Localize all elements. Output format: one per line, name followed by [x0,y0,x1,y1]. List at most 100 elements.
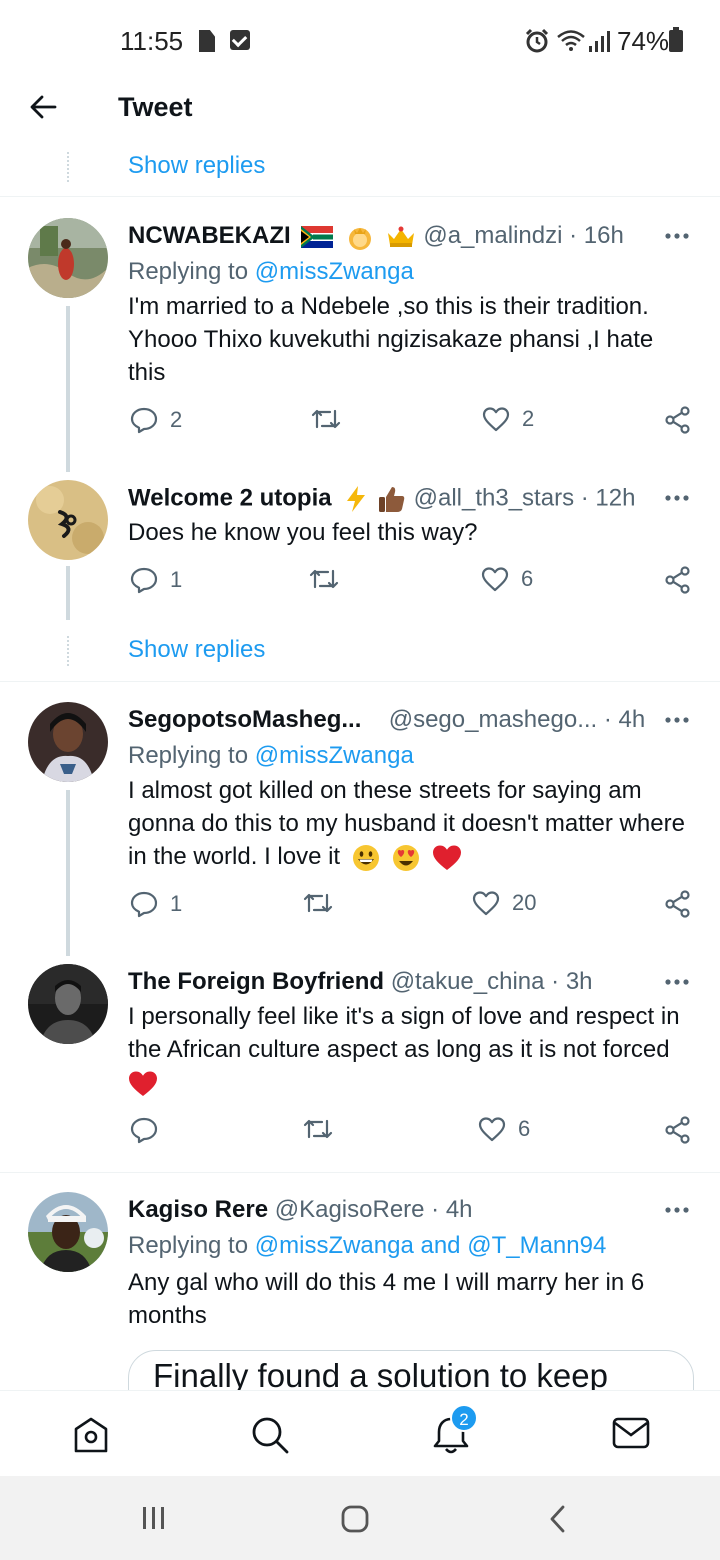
grinning-emoji-icon [352,844,379,871]
share-icon [665,890,690,918]
reply-icon [130,891,158,918]
replying-to: Replying to @missZwanga and @T_Mann94 [128,1232,606,1260]
like-button[interactable]: 2 [482,406,534,432]
home-icon[interactable] [72,1415,110,1455]
retweet-icon [311,409,341,429]
status-bar: 11:55 74% [0,0,720,80]
tweet-text: I almost got killed on these streets for… [128,774,694,873]
more-icon[interactable] [664,494,690,502]
timestamp: · 3h [551,968,593,995]
home-button-icon[interactable] [340,1504,370,1534]
recent-apps-icon[interactable] [140,1504,168,1532]
more-icon[interactable] [664,232,690,240]
reply-button[interactable]: 1 [130,566,182,594]
back-arrow-icon[interactable] [28,92,58,122]
tweet-actions: 6 [0,1116,720,1156]
system-nav-bar [0,1476,720,1560]
display-name[interactable]: SegopotsoMasheg... [128,706,361,733]
replying-to: Replying to @missZwanga [128,258,414,286]
share-button[interactable] [664,406,692,434]
share-button[interactable] [664,890,692,918]
messages-icon[interactable] [612,1415,650,1451]
show-replies-row[interactable]: Show replies [0,634,720,694]
share-button[interactable] [664,566,692,594]
tweet-actions: 1 6 [0,566,720,606]
show-replies-link[interactable]: Show replies [128,152,265,180]
share-icon [665,566,690,594]
handle: @takue_china [390,968,545,995]
avatar[interactable] [28,480,108,560]
red-heart-emoji-icon [129,1071,157,1096]
avatar[interactable] [28,1192,108,1272]
retweet-button[interactable] [308,566,352,592]
like-button[interactable]: 20 [472,890,536,916]
tweet-text-body: I personally feel like it's a sign of lo… [128,1003,680,1063]
replying-to-link[interactable]: @missZwanga [255,742,414,769]
like-count: 6 [518,1116,531,1141]
search-icon[interactable] [250,1415,290,1455]
more-icon[interactable] [664,978,690,986]
princess-emoji-icon [349,227,371,250]
replying-to-link[interactable]: @missZwanga and @T_Mann94 [255,1232,607,1259]
system-back-icon[interactable] [546,1504,570,1534]
replying-to-label: Replying to [128,258,255,285]
like-icon [481,567,509,592]
like-count: 20 [512,890,537,915]
lightning-emoji-icon [347,486,366,512]
south-africa-flag-icon [301,225,334,248]
timestamp: · 4h [431,1196,473,1223]
page-title: Tweet [118,92,193,122]
retweet-button[interactable] [302,890,346,916]
share-button[interactable] [664,1116,692,1144]
handle: @KagisoRere [274,1196,425,1223]
heart-eyes-emoji-icon [393,844,420,871]
display-name[interactable]: The Foreign Boyfriend [128,968,384,995]
tweet-header: Kagiso Rere @KagisoRere · 4h [128,1196,473,1224]
like-count: 6 [521,566,534,591]
reply-button[interactable]: 1 [130,890,182,918]
like-button[interactable]: 6 [481,566,533,592]
reply-count: 2 [170,407,183,432]
like-button[interactable]: 6 [478,1116,530,1142]
reply-icon [130,1117,158,1144]
battery-percent: 74% [617,26,670,56]
reply-icon [130,567,158,594]
reply-icon [130,407,158,434]
display-name[interactable]: Kagiso Rere [128,1196,268,1223]
red-heart-emoji-icon [433,845,462,870]
retweet-button[interactable] [310,406,354,432]
sd-card-icon [199,30,215,52]
replying-to-link[interactable]: @missZwanga [255,258,414,285]
avatar[interactable] [28,218,108,298]
checkbox-notification-icon [230,30,250,50]
reply-count: 1 [170,567,183,592]
retweet-button[interactable] [302,1116,346,1142]
more-icon[interactable] [664,1206,690,1214]
display-name[interactable]: Welcome 2 utopia [128,484,332,511]
status-time: 11:55 [120,26,184,56]
alarm-icon [525,28,549,53]
like-icon [472,891,500,916]
share-icon [665,1116,690,1144]
tweet-header: The Foreign Boyfriend @takue_china · 3h [128,968,593,996]
tweet-header: Welcome 2 utopia @all_th3_stars · 12h [128,484,635,514]
handle: @a_malindzi [423,222,563,249]
reply-button[interactable] [130,1116,170,1144]
replying-to-label: Replying to [128,742,255,769]
tweet-text: I'm married to a Ndebele ,so this is the… [128,293,654,386]
tweet-actions: 2 2 [0,406,720,446]
show-replies-row[interactable]: Show replies [0,150,720,210]
battery-icon [669,27,683,52]
like-icon [482,407,510,432]
avatar[interactable] [28,702,108,782]
display-name[interactable]: NCWABEKAZI [128,222,291,249]
avatar[interactable] [28,964,108,1044]
replying-to: Replying to @missZwanga [128,742,414,770]
tweet-text: Any gal who will do this 4 me I will mar… [128,1269,645,1329]
show-replies-link[interactable]: Show replies [128,636,265,664]
timestamp: · 4h [603,706,646,733]
tweet-header: SegopotsoMasheg... @sego_mashego... · 4h [128,706,645,734]
reply-button[interactable]: 2 [130,406,182,434]
tweet-text: I personally feel like it's a sign of lo… [128,1000,694,1099]
more-icon[interactable] [664,716,690,724]
